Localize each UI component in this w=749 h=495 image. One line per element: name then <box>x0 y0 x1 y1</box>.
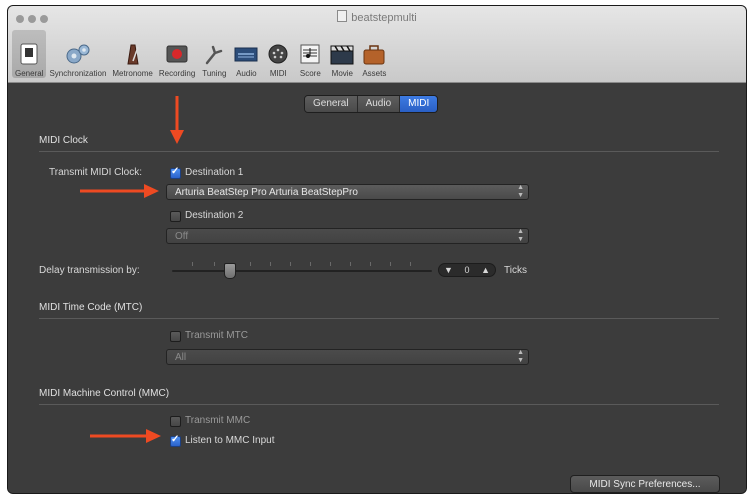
annotation-arrows <box>80 96 184 443</box>
arrow-right-icon <box>90 429 161 443</box>
arrow-right-icon <box>80 184 159 198</box>
arrow-down-icon <box>170 96 184 144</box>
